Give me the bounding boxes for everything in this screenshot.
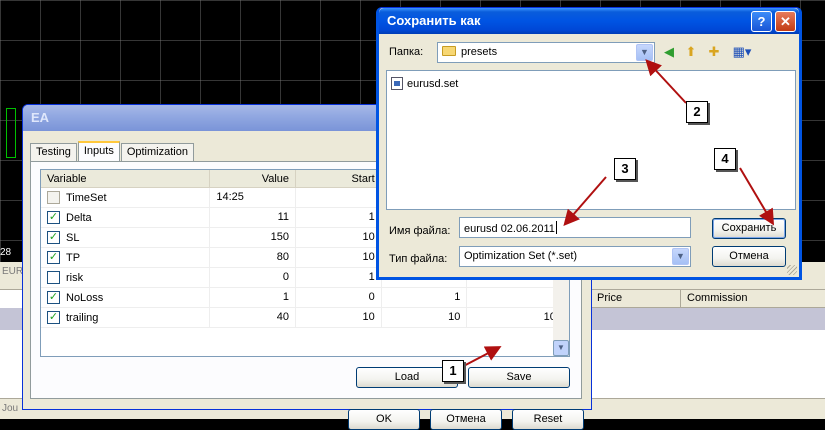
- save-title: Сохранить как: [387, 13, 481, 28]
- variable-name: NoLoss: [66, 291, 104, 304]
- callout-3: 3: [614, 158, 636, 180]
- chart-symbol-label: EUR: [2, 266, 24, 277]
- cell-variable: ✓ SL: [41, 228, 211, 247]
- file-list[interactable]: eurusd.set: [386, 70, 796, 210]
- row-checkbox: [47, 191, 60, 204]
- cancel-button[interactable]: Отмена: [430, 409, 502, 430]
- cell-value[interactable]: 150: [210, 228, 297, 247]
- callout-1: 1: [442, 360, 464, 382]
- save-button[interactable]: Save: [468, 367, 570, 388]
- filename-input[interactable]: eurusd 02.06.2011: [459, 217, 691, 238]
- cell-start[interactable]: 10: [296, 248, 382, 267]
- save-as-dialog: Сохранить как ? ✕ Папка: presets ▼ ◀ ⬆ ✚…: [376, 7, 802, 280]
- ea-title: EA: [31, 110, 50, 125]
- view-menu-icon[interactable]: ▦▾: [731, 44, 753, 60]
- row-checkbox[interactable]: ✓: [47, 311, 60, 324]
- tab-testing[interactable]: Testing: [30, 143, 77, 161]
- cell-start[interactable]: [296, 188, 382, 207]
- callout-2: 2: [686, 101, 708, 123]
- chevron-down-icon[interactable]: ▼: [672, 248, 689, 265]
- variable-name: TP: [66, 251, 81, 264]
- cell-value[interactable]: 11: [210, 208, 297, 227]
- folder-select[interactable]: presets ▼: [437, 42, 655, 63]
- cell-start[interactable]: 0: [296, 288, 382, 307]
- up-folder-icon[interactable]: ⬆: [683, 44, 699, 60]
- cell-start[interactable]: 10: [296, 228, 382, 247]
- column-price[interactable]: Price: [590, 290, 680, 307]
- journal-tab[interactable]: Jou: [2, 403, 18, 414]
- filetype-label: Тип файла:: [389, 253, 448, 265]
- cell-step[interactable]: 10: [382, 308, 468, 327]
- cell-start[interactable]: 10: [296, 308, 382, 327]
- dialog-save-button[interactable]: Сохранить: [712, 218, 786, 239]
- cell-value[interactable]: 80: [210, 248, 297, 267]
- scroll-down-icon[interactable]: ▼: [553, 340, 569, 356]
- cell-value[interactable]: 0: [210, 268, 297, 287]
- tab-optimization[interactable]: Optimization: [120, 143, 194, 161]
- callout-4: 4: [714, 148, 736, 170]
- cell-start[interactable]: 1: [296, 268, 382, 287]
- file-name: eurusd.set: [407, 77, 459, 90]
- variable-name: Delta: [66, 211, 92, 224]
- header-value[interactable]: Value: [210, 170, 297, 187]
- folder-value: presets: [461, 46, 498, 58]
- row-checkbox[interactable]: ✓: [47, 291, 60, 304]
- row-checkbox[interactable]: ✓: [47, 231, 60, 244]
- resize-grip[interactable]: [787, 265, 797, 275]
- file-icon: [391, 77, 403, 90]
- cell-variable: ✓ Delta: [41, 208, 211, 227]
- variable-name: TimeSet: [66, 191, 107, 204]
- cell-start[interactable]: 1: [296, 208, 382, 227]
- ea-tabs: Testing Inputs Optimization: [30, 141, 195, 162]
- row-checkbox[interactable]: ✓: [47, 251, 60, 264]
- filename-label: Имя файла:: [389, 225, 451, 237]
- terminal-header: Price Commission: [590, 290, 825, 308]
- filename-value: eurusd 02.06.2011: [464, 223, 555, 235]
- folder-icon: [442, 46, 456, 56]
- table-row[interactable]: ✓trailing401010100: [41, 308, 569, 328]
- filetype-value: Optimization Set (*.set): [464, 250, 578, 262]
- chart-tick-label: 28: [0, 247, 12, 258]
- cell-value[interactable]: 14:25: [210, 188, 297, 207]
- cell-variable: ✓ NoLoss: [41, 288, 211, 307]
- chart-candle: [6, 108, 16, 158]
- row-checkbox[interactable]: [47, 271, 60, 284]
- table-row[interactable]: ✓NoLoss1011: [41, 288, 569, 308]
- list-item[interactable]: eurusd.set: [391, 77, 458, 90]
- column-commission[interactable]: Commission: [680, 290, 825, 307]
- reset-button[interactable]: Reset: [512, 409, 584, 430]
- variable-name: trailing: [66, 311, 99, 324]
- tab-inputs[interactable]: Inputs: [77, 141, 120, 162]
- row-checkbox[interactable]: ✓: [47, 211, 60, 224]
- dialog-cancel-button[interactable]: Отмена: [712, 246, 786, 267]
- folder-label: Папка:: [389, 46, 424, 58]
- header-variable[interactable]: Variable: [41, 170, 211, 187]
- chevron-down-icon[interactable]: ▼: [636, 44, 653, 61]
- header-start[interactable]: Start: [296, 170, 382, 187]
- cell-variable: ✓ trailing: [41, 308, 211, 327]
- help-icon[interactable]: ?: [751, 11, 772, 32]
- cell-variable: TimeSet: [41, 188, 211, 207]
- save-body: Папка: presets ▼ ◀ ⬆ ✚ ▦▾ eurusd.set Имя…: [379, 34, 799, 277]
- filetype-select[interactable]: Optimization Set (*.set) ▼: [459, 246, 691, 267]
- cell-variable: ✓ TP: [41, 248, 211, 267]
- save-title-bar[interactable]: Сохранить как ? ✕: [379, 8, 799, 34]
- close-icon[interactable]: ✕: [775, 11, 796, 32]
- cell-value[interactable]: 1: [210, 288, 297, 307]
- back-icon[interactable]: ◀: [661, 44, 677, 60]
- new-folder-icon[interactable]: ✚: [706, 44, 722, 60]
- cell-variable: risk: [41, 268, 211, 287]
- ok-button[interactable]: OK: [348, 409, 420, 430]
- variable-name: SL: [66, 231, 80, 244]
- cell-value[interactable]: 40: [210, 308, 297, 327]
- cell-step[interactable]: 1: [382, 288, 468, 307]
- variable-name: risk: [66, 271, 84, 284]
